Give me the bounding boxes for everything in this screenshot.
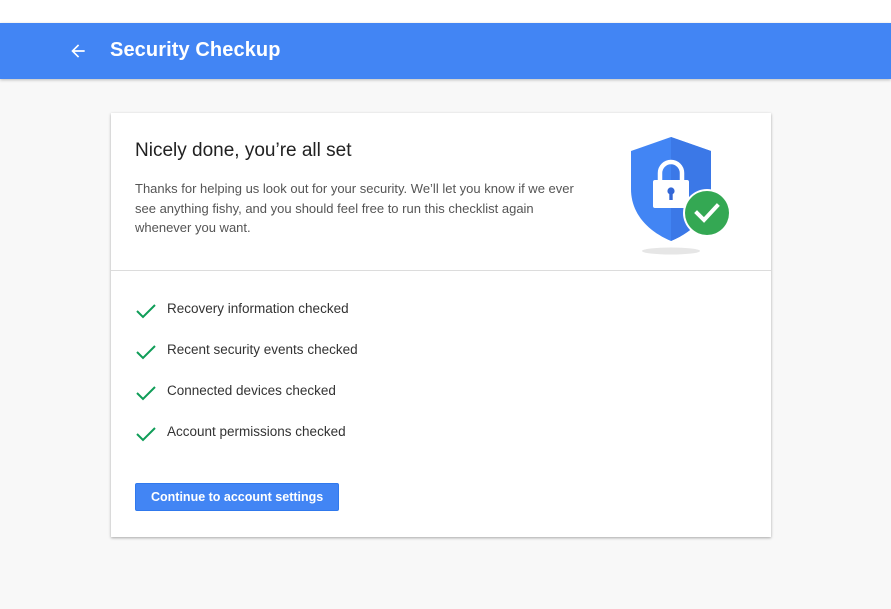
checkmark-icon [136, 345, 156, 360]
checkmark-icon [136, 304, 156, 319]
continue-to-account-settings-button[interactable]: Continue to account settings [135, 483, 340, 511]
list-item: Recovery information checked [135, 299, 358, 340]
checkmark-icon [136, 427, 156, 442]
list-item: Recent security events checked [135, 340, 358, 381]
list-item: Connected devices checked [135, 381, 358, 422]
checkup-checklist: Recovery information checked Recent secu… [135, 299, 358, 463]
page-title: Security Checkup [110, 39, 281, 61]
checkmark-icon [136, 386, 156, 401]
shield-lock-check-icon [631, 137, 731, 255]
completion-description: Thanks for helping us look out for your … [135, 181, 574, 235]
list-item: Account permissions checked [135, 422, 358, 463]
card-header: Nicely done, you’re all set Thanks for h… [111, 113, 771, 271]
checklist-item-label: Recent security events checked [167, 342, 358, 357]
arrow-back-icon [71, 44, 85, 58]
checklist-item-label: Account permissions checked [167, 424, 346, 439]
completion-headline: Nicely done, you’re all set [135, 140, 352, 161]
checklist-item-label: Connected devices checked [167, 383, 336, 398]
back-button[interactable] [64, 37, 92, 65]
app-bar: Security Checkup [0, 23, 891, 79]
checkup-complete-card: Nicely done, you’re all set Thanks for h… [111, 113, 771, 537]
checklist-item-label: Recovery information checked [167, 301, 349, 316]
window-top-strip [0, 0, 891, 23]
